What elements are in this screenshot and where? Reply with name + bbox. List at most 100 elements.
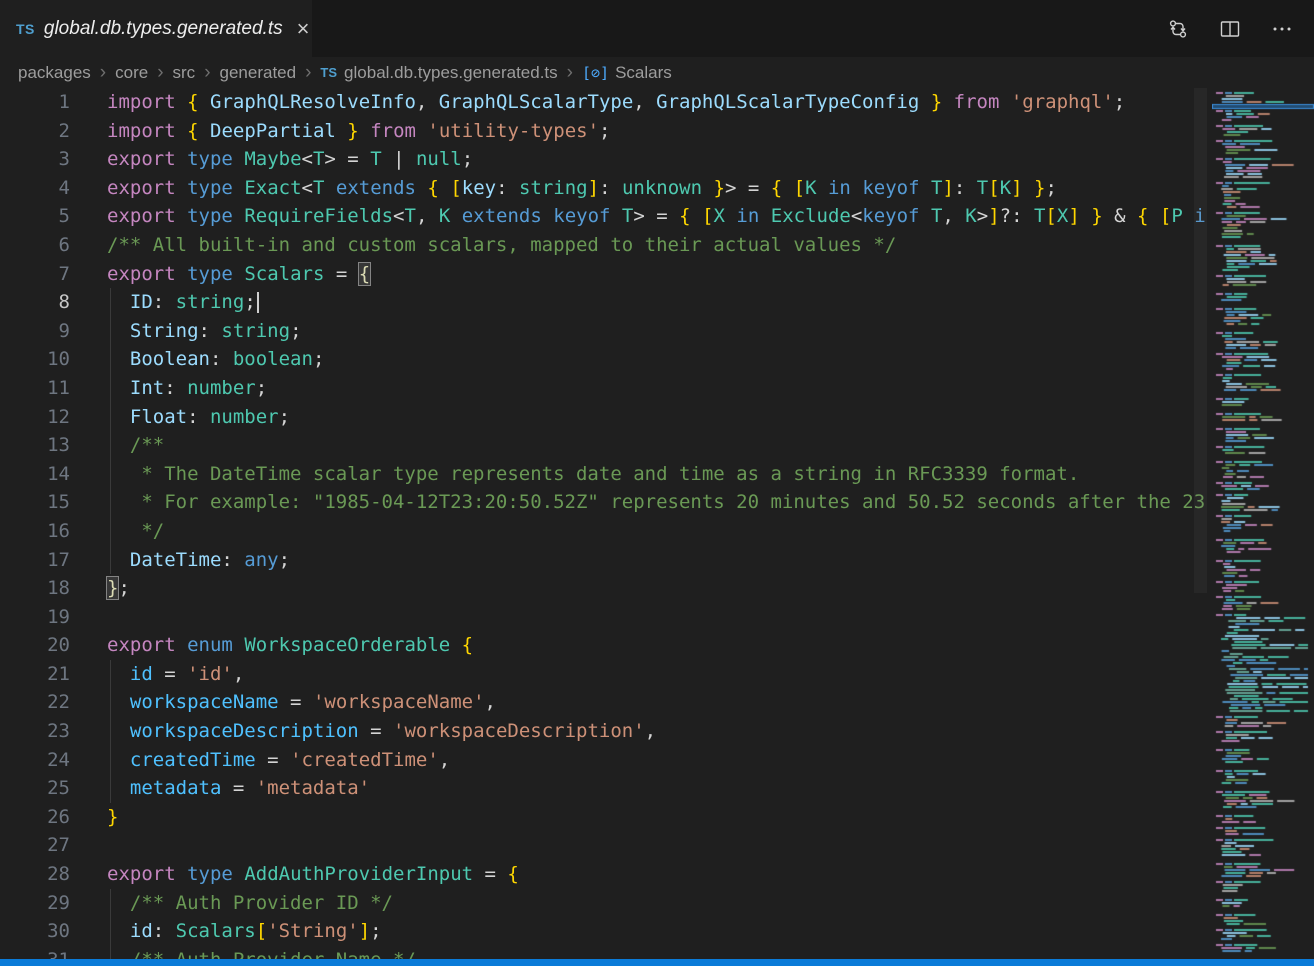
- line-number-4[interactable]: 4: [0, 174, 70, 203]
- line-number-19[interactable]: 19: [0, 603, 70, 632]
- line-number-16[interactable]: 16: [0, 517, 70, 546]
- minimap[interactable]: [1212, 88, 1314, 959]
- line-number-10[interactable]: 10: [0, 345, 70, 374]
- close-icon[interactable]: ×: [297, 18, 310, 40]
- code-line-16[interactable]: */: [107, 517, 1208, 546]
- indent-guide: [110, 917, 111, 946]
- code-line-25[interactable]: metadata = 'metadata': [107, 774, 1208, 803]
- code-line-8[interactable]: ID: string;: [107, 288, 1208, 317]
- indent-guide: [110, 345, 111, 374]
- breadcrumb-item-core[interactable]: core: [115, 63, 148, 83]
- code-line-21[interactable]: id = 'id',: [107, 660, 1208, 689]
- chevron-right-icon: ›: [157, 64, 163, 81]
- code-line-30[interactable]: id: Scalars['String'];: [107, 917, 1208, 946]
- open-changes-icon[interactable]: [1166, 17, 1190, 41]
- chevron-right-icon: ›: [567, 64, 573, 81]
- indent-guide: [110, 946, 111, 959]
- code-line-1[interactable]: import { GraphQLResolveInfo, GraphQLScal…: [107, 88, 1208, 117]
- code-line-20[interactable]: export enum WorkspaceOrderable {: [107, 631, 1208, 660]
- tab-global-db-types-generated-ts[interactable]: TS global.db.types.generated.ts ×: [0, 0, 312, 57]
- split-editor-icon[interactable]: [1218, 17, 1242, 41]
- line-number-31[interactable]: 31: [0, 946, 70, 959]
- line-number-24[interactable]: 24: [0, 746, 70, 775]
- code-line-23[interactable]: workspaceDescription = 'workspaceDescrip…: [107, 717, 1208, 746]
- line-number-3[interactable]: 3: [0, 145, 70, 174]
- line-number-23[interactable]: 23: [0, 717, 70, 746]
- code-line-31[interactable]: /** Auth Provider Name */: [107, 946, 1208, 959]
- code-line-26[interactable]: }: [107, 803, 1208, 832]
- code-line-4[interactable]: export type Exact<T extends { [key: stri…: [107, 174, 1208, 203]
- line-number-2[interactable]: 2: [0, 117, 70, 146]
- line-number-20[interactable]: 20: [0, 631, 70, 660]
- line-number-27[interactable]: 27: [0, 831, 70, 860]
- editor-actions: [1166, 0, 1314, 57]
- indent-guide: [110, 546, 111, 575]
- code-line-22[interactable]: workspaceName = 'workspaceName',: [107, 688, 1208, 717]
- line-numbers: 1234567891011121314151617181920212223242…: [0, 88, 70, 959]
- indent-guide: [110, 717, 111, 746]
- line-number-26[interactable]: 26: [0, 803, 70, 832]
- indent-guide: [110, 460, 111, 489]
- line-number-1[interactable]: 1: [0, 88, 70, 117]
- code-line-13[interactable]: /**: [107, 431, 1208, 460]
- breadcrumb-item-generated[interactable]: generated: [220, 63, 297, 83]
- text-cursor: [257, 292, 259, 313]
- status-bar: [0, 959, 1314, 966]
- code-line-12[interactable]: Float: number;: [107, 403, 1208, 432]
- typescript-file-icon: TS: [16, 21, 35, 37]
- code-line-9[interactable]: String: string;: [107, 317, 1208, 346]
- line-number-29[interactable]: 29: [0, 889, 70, 918]
- tab-title: global.db.types.generated.ts: [44, 18, 283, 40]
- indent-guide: [110, 403, 111, 432]
- code-line-17[interactable]: DateTime: any;: [107, 546, 1208, 575]
- line-number-22[interactable]: 22: [0, 688, 70, 717]
- line-number-18[interactable]: 18: [0, 574, 70, 603]
- line-number-15[interactable]: 15: [0, 488, 70, 517]
- line-number-14[interactable]: 14: [0, 460, 70, 489]
- line-number-12[interactable]: 12: [0, 403, 70, 432]
- line-number-13[interactable]: 13: [0, 431, 70, 460]
- indent-guide: [110, 488, 111, 517]
- line-number-6[interactable]: 6: [0, 231, 70, 260]
- line-number-30[interactable]: 30: [0, 917, 70, 946]
- code-line-7[interactable]: export type Scalars = {: [107, 260, 1208, 289]
- line-number-5[interactable]: 5: [0, 202, 70, 231]
- editor-scrollbar[interactable]: [1194, 88, 1207, 593]
- line-number-8[interactable]: 8: [0, 288, 70, 317]
- code-line-2[interactable]: import { DeepPartial } from 'utility-typ…: [107, 117, 1208, 146]
- code-line-10[interactable]: Boolean: boolean;: [107, 345, 1208, 374]
- indent-guide: [110, 288, 111, 317]
- code-line-6[interactable]: /** All built-in and custom scalars, map…: [107, 231, 1208, 260]
- code-line-15[interactable]: * For example: "1985-04-12T23:20:50.52Z"…: [107, 488, 1208, 517]
- line-number-7[interactable]: 7: [0, 260, 70, 289]
- breadcrumb-item-scalars[interactable]: [⊘]Scalars: [582, 63, 672, 83]
- line-number-17[interactable]: 17: [0, 546, 70, 575]
- indent-guide: [110, 688, 111, 717]
- symbol-type-icon: [⊘]: [582, 64, 609, 82]
- code-line-14[interactable]: * The DateTime scalar type represents da…: [107, 460, 1208, 489]
- line-number-21[interactable]: 21: [0, 660, 70, 689]
- line-number-11[interactable]: 11: [0, 374, 70, 403]
- line-number-9[interactable]: 9: [0, 317, 70, 346]
- code-line-18[interactable]: };: [107, 574, 1208, 603]
- more-actions-icon[interactable]: [1270, 17, 1294, 41]
- vscode-window: TS global.db.types.generated.ts ×: [0, 0, 1314, 88]
- breadcrumb-item-packages[interactable]: packages: [18, 63, 91, 83]
- line-number-28[interactable]: 28: [0, 860, 70, 889]
- code-line-28[interactable]: export type AddAuthProviderInput = {: [107, 860, 1208, 889]
- indent-guide: [110, 774, 111, 803]
- chevron-right-icon: ›: [204, 64, 210, 81]
- code-area[interactable]: import { GraphQLResolveInfo, GraphQLScal…: [107, 88, 1208, 959]
- code-line-27[interactable]: [107, 831, 1208, 860]
- code-line-19[interactable]: [107, 603, 1208, 632]
- code-line-3[interactable]: export type Maybe<T> = T | null;: [107, 145, 1208, 174]
- line-number-25[interactable]: 25: [0, 774, 70, 803]
- breadcrumb-item-global-db-types-generated-ts[interactable]: TSglobal.db.types.generated.ts: [320, 63, 557, 83]
- breadcrumb-item-src[interactable]: src: [173, 63, 196, 83]
- chevron-right-icon: ›: [305, 64, 311, 81]
- code-line-24[interactable]: createdTime = 'createdTime',: [107, 746, 1208, 775]
- code-line-29[interactable]: /** Auth Provider ID */: [107, 889, 1208, 918]
- code-line-5[interactable]: export type RequireFields<T, K extends k…: [107, 202, 1208, 231]
- code-line-11[interactable]: Int: number;: [107, 374, 1208, 403]
- tab-bar: TS global.db.types.generated.ts ×: [0, 0, 1314, 57]
